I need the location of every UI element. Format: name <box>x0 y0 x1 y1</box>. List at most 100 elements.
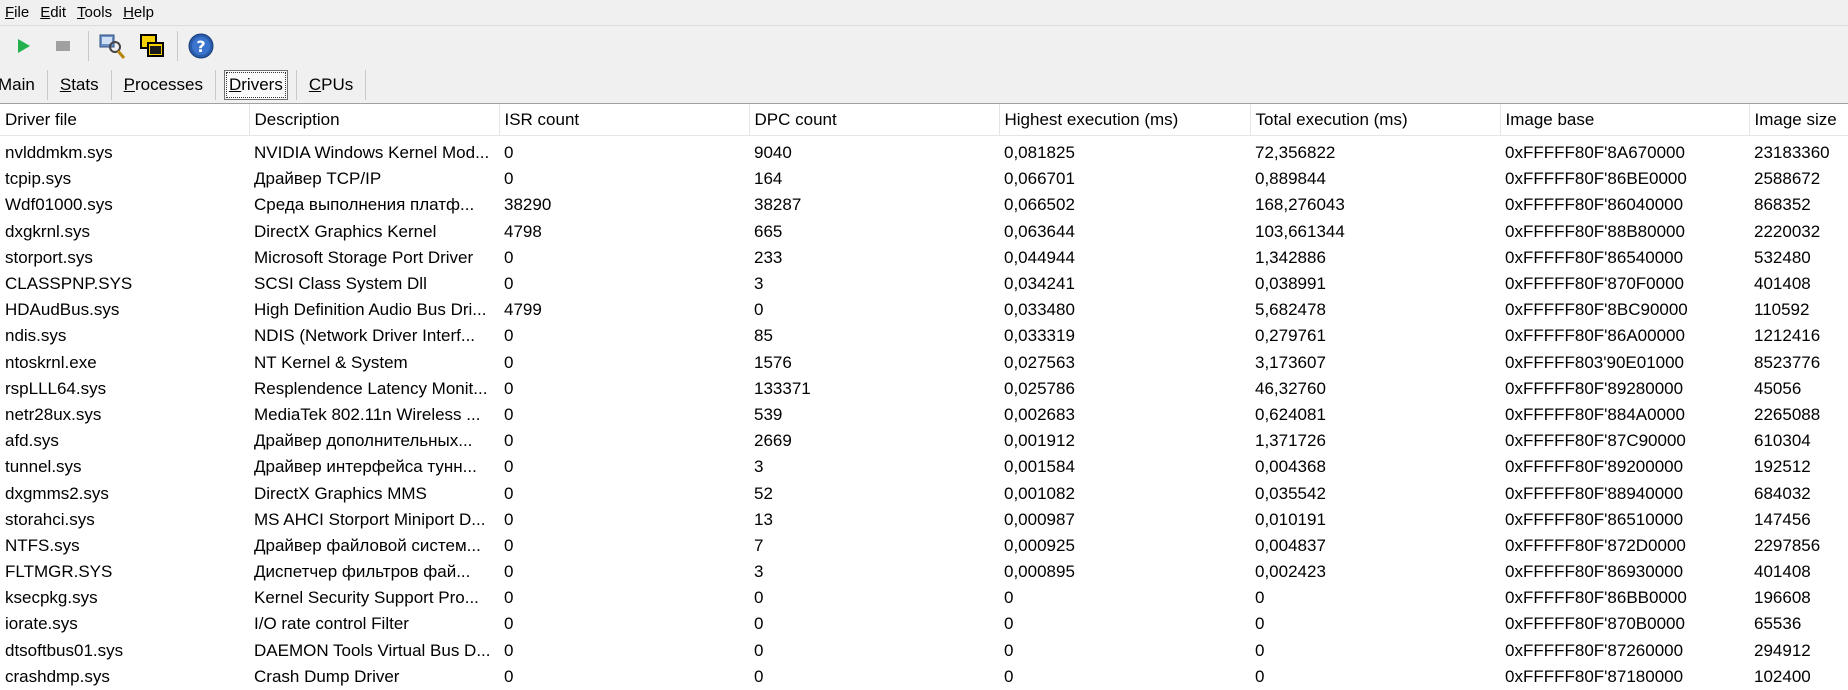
cell-highest-execution: 0,000987 <box>1004 509 1075 529</box>
column-header-total-execution[interactable]: Total execution (ms) <box>1250 104 1501 136</box>
cell-isr-count: 0 <box>504 143 514 163</box>
cell-highest-execution: 0,002683 <box>1004 404 1075 424</box>
cell-image-base: 0xFFFFF80F'8BC90000 <box>1505 300 1688 320</box>
cell-isr-count: 0 <box>504 326 514 346</box>
column-header-highest-execution[interactable]: Highest execution (ms) <box>999 104 1251 136</box>
cell-driver-file: ndis.sys <box>5 326 67 346</box>
cell-total-execution: 46,32760 <box>1255 378 1326 398</box>
table-row[interactable]: tcpip.sys Драйвер TCP/IP 0 164 0,066701 0,889… <box>0 166 1848 192</box>
cell-dpc-count: 0 <box>754 666 764 686</box>
cell-isr-count: 4799 <box>504 300 542 320</box>
cell-dpc-count: 164 <box>754 169 783 189</box>
tab-main[interactable]: Main <box>0 70 45 100</box>
start-button[interactable] <box>6 29 40 63</box>
table-row[interactable]: iorate.sys I/O rate control Filter 0 0 0 0 0xF… <box>0 611 1848 637</box>
cell-image-base: 0xFFFFF80F'870F0000 <box>1505 274 1684 294</box>
column-header-image-size[interactable]: Image size <box>1749 104 1848 136</box>
cell-description: Среда выполнения платф... <box>254 195 475 215</box>
cell-image-size: 102400 <box>1754 666 1811 686</box>
cell-highest-execution: 0,025786 <box>1004 378 1075 398</box>
cell-total-execution: 0,624081 <box>1255 404 1326 424</box>
cell-isr-count: 0 <box>504 352 514 372</box>
tab-bar: Main Stats Processes Drivers CPUs <box>0 66 1848 104</box>
table-row[interactable]: nvlddmkm.sys NVIDIA Windows Kernel Mod...… <box>0 136 1848 167</box>
tab-processes[interactable]: Processes <box>114 70 213 100</box>
cell-total-execution: 0,889844 <box>1255 169 1326 189</box>
menu-file[interactable]: File <box>0 0 35 26</box>
cell-dpc-count: 1576 <box>754 352 792 372</box>
cell-total-execution: 0,279761 <box>1255 326 1326 346</box>
cell-image-size: 2265088 <box>1754 404 1821 424</box>
table-row[interactable]: dtsoftbus01.sys DAEMON Tools Virtual Bus … <box>0 638 1848 664</box>
cell-description: Драйвер файловой систем... <box>254 535 481 555</box>
table-row[interactable]: dxgmms2.sys DirectX Graphics MMS 0 52 0,0010… <box>0 480 1848 506</box>
column-header-image-base[interactable]: Image base <box>1500 104 1750 136</box>
cell-driver-file: nvlddmkm.sys <box>5 143 113 163</box>
help-button[interactable]: ? <box>184 29 218 63</box>
cell-highest-execution: 0,081825 <box>1004 143 1075 163</box>
tab-stats[interactable]: Stats <box>50 70 109 100</box>
column-header-description[interactable]: Description <box>249 104 500 136</box>
cell-dpc-count: 539 <box>754 404 783 424</box>
cell-dpc-count: 0 <box>754 300 764 320</box>
tab-cpus[interactable]: CPUs <box>299 70 363 100</box>
table-row[interactable]: Wdf01000.sys Среда выполнения платф... 382… <box>0 192 1848 218</box>
cell-description: MediaTek 802.11n Wireless ... <box>254 404 481 424</box>
table-row[interactable]: NTFS.sys Драйвер файловой систем... 0 7 0,00… <box>0 533 1848 559</box>
cell-image-size: 2297856 <box>1754 535 1821 555</box>
table-row[interactable]: ksecpkg.sys Kernel Security Support Pro..… <box>0 585 1848 611</box>
table-row[interactable]: crashdmp.sys Crash Dump Driver 0 0 0 0 0xFFFFF… <box>0 664 1848 690</box>
cell-driver-file: storport.sys <box>5 247 93 267</box>
column-header-isr-count[interactable]: ISR count <box>499 104 750 136</box>
cell-image-base: 0xFFFFF80F'87260000 <box>1505 640 1684 660</box>
cell-image-size: 110592 <box>1754 300 1810 320</box>
cell-dpc-count: 52 <box>754 483 773 503</box>
cell-dpc-count: 9040 <box>754 143 792 163</box>
cell-isr-count: 0 <box>504 274 514 294</box>
cell-total-execution: 0 <box>1255 666 1265 686</box>
cell-driver-file: tcpip.sys <box>5 169 72 189</box>
table-row[interactable]: rspLLL64.sys Resplendence Latency Monit..… <box>0 376 1848 402</box>
toolbar-separator <box>88 31 89 61</box>
cell-isr-count: 0 <box>504 404 514 424</box>
cell-driver-file: dtsoftbus01.sys <box>5 640 124 660</box>
cell-image-base: 0xFFFFF80F'86BB0000 <box>1505 588 1687 608</box>
tab-drivers[interactable]: Drivers <box>223 69 288 100</box>
cell-total-execution: 0 <box>1255 588 1265 608</box>
cell-description: Драйвер интерфейса тунн... <box>254 457 477 477</box>
cell-driver-file: iorate.sys <box>5 614 78 634</box>
table-row[interactable]: afd.sys Драйвер дополнительных... 0 2669 0,0… <box>0 428 1848 454</box>
cell-highest-execution: 0,000895 <box>1004 562 1075 582</box>
table-row[interactable]: ntoskrnl.exe NT Kernel & System 0 1576 0,027… <box>0 350 1848 376</box>
copy-windows-button[interactable] <box>135 29 169 63</box>
table-row[interactable]: storport.sys Microsoft Storage Port Drive… <box>0 245 1848 271</box>
table-row[interactable]: HDAudBus.sys High Definition Audio Bus Dr… <box>0 297 1848 323</box>
cell-total-execution: 0 <box>1255 640 1265 660</box>
search-driver-button[interactable] <box>95 29 129 63</box>
menu-edit[interactable]: Edit <box>35 0 72 26</box>
cell-driver-file: netr28ux.sys <box>5 404 102 424</box>
search-driver-icon <box>99 34 126 59</box>
table-row[interactable]: storahci.sys MS AHCI Storport Miniport D.… <box>0 507 1848 533</box>
play-icon <box>18 39 30 53</box>
table-body: nvlddmkm.sys NVIDIA Windows Kernel Mod...… <box>0 136 1848 690</box>
table-row[interactable]: netr28ux.sys MediaTek 802.11n Wireless ..… <box>0 402 1848 428</box>
table-row[interactable]: dxgkrnl.sys DirectX Graphics Kernel 4798 66… <box>0 219 1848 245</box>
stop-button[interactable] <box>46 29 80 63</box>
table-row[interactable]: ndis.sys NDIS (Network Driver Interf... 0 8… <box>0 323 1848 349</box>
cell-image-size: 2588672 <box>1754 169 1821 189</box>
cell-dpc-count: 7 <box>754 535 764 555</box>
menu-tools[interactable]: Tools <box>72 0 118 26</box>
menu-bar: File Edit Tools Help <box>0 0 1848 26</box>
drivers-table: Driver file Description ISR count DPC count… <box>0 104 1848 690</box>
table-row[interactable]: CLASSPNP.SYS SCSI Class System Dll 0 3 0,034… <box>0 271 1848 297</box>
cell-isr-count: 0 <box>504 247 514 267</box>
column-header-dpc-count[interactable]: DPC count <box>749 104 1000 136</box>
table-row[interactable]: tunnel.sys Драйвер интерфейса тунн... 0 3 0,… <box>0 454 1848 480</box>
menu-help[interactable]: Help <box>118 0 160 26</box>
cell-dpc-count: 85 <box>754 326 773 346</box>
column-header-driver-file[interactable]: Driver file <box>0 104 250 136</box>
cell-description: Kernel Security Support Pro... <box>254 588 479 608</box>
cell-description: NDIS (Network Driver Interf... <box>254 326 476 346</box>
table-row[interactable]: FLTMGR.SYS Диспетчер фильтров фай... 0 3 0,0… <box>0 559 1848 585</box>
